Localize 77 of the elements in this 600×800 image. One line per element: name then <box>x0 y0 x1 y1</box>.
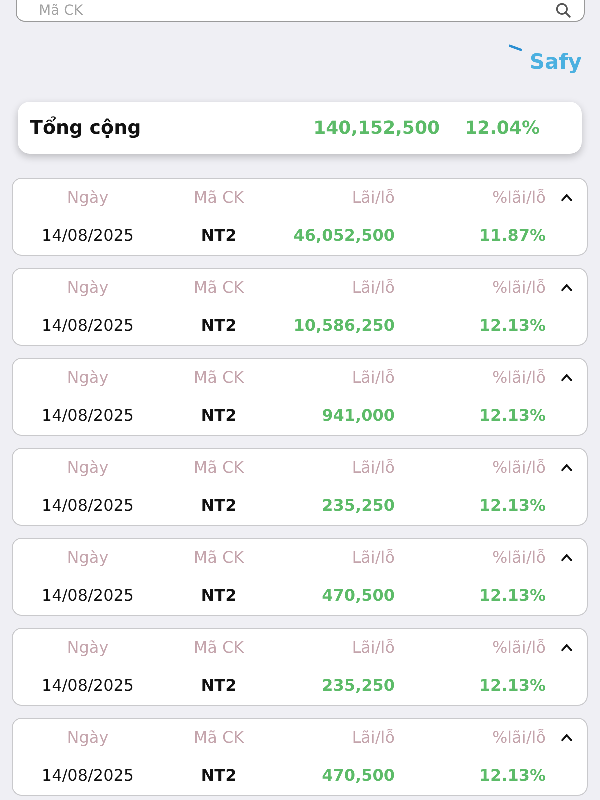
logo-mark-icon <box>508 44 522 52</box>
profit-header: Lãi/lỗ <box>351 547 395 569</box>
stock-code: NT2 <box>200 585 238 607</box>
trade-card[interactable]: Ngày Mã CK Lãi/lỗ %lãi/lỗ 14/08/2025 NT2 470,500 12.13% <box>12 538 588 616</box>
date-header: Ngày <box>66 457 110 479</box>
stock-code: NT2 <box>200 405 238 427</box>
code-header: Mã CK <box>192 457 246 479</box>
profit-header: Lãi/lỗ <box>351 367 395 389</box>
code-header: Mã CK <box>192 187 246 209</box>
total-label: Tổng cộng <box>30 116 142 141</box>
profit-value: 470,500 <box>321 765 395 787</box>
percent-value: 12.13% <box>478 765 546 787</box>
date-header: Ngày <box>66 367 110 389</box>
chevron-up-icon[interactable] <box>560 284 572 292</box>
chevron-up-icon[interactable] <box>560 374 572 382</box>
percent-value: 11.87% <box>478 225 546 247</box>
profit-value: 941,000 <box>321 405 395 427</box>
date-header: Ngày <box>66 637 110 659</box>
chevron-up-icon[interactable] <box>560 194 572 202</box>
trade-card[interactable]: Ngày Mã CK Lãi/lỗ %lãi/lỗ 14/08/2025 NT2 470,500 12.13% <box>12 718 588 796</box>
date-header: Ngày <box>66 187 110 209</box>
total-amount: 140,152,500 <box>314 116 440 140</box>
date-value: 14/08/2025 <box>40 765 136 787</box>
code-header: Mã CK <box>192 727 246 749</box>
trade-card[interactable]: Ngày Mã CK Lãi/lỗ %lãi/lỗ 14/08/2025 NT2 235,250 12.13% <box>12 448 588 526</box>
percent-header: %lãi/lỗ <box>491 637 546 659</box>
date-value: 14/08/2025 <box>40 225 136 247</box>
total-percent: 12.04% <box>465 116 540 140</box>
code-header: Mã CK <box>192 367 246 389</box>
logo-text: Safy <box>530 52 582 75</box>
stock-code: NT2 <box>200 675 238 697</box>
profit-header: Lãi/lỗ <box>351 187 395 209</box>
profit-header: Lãi/lỗ <box>351 637 395 659</box>
stock-code: NT2 <box>200 315 238 337</box>
percent-value: 12.13% <box>478 495 546 517</box>
profit-header: Lãi/lỗ <box>351 277 395 299</box>
code-header: Mã CK <box>192 277 246 299</box>
chevron-up-icon[interactable] <box>560 464 572 472</box>
percent-value: 12.13% <box>478 315 546 337</box>
search-icon[interactable] <box>556 3 571 18</box>
stock-code: NT2 <box>200 225 238 247</box>
code-header: Mã CK <box>192 637 246 659</box>
percent-value: 12.13% <box>478 585 546 607</box>
profit-value: 46,052,500 <box>292 225 395 247</box>
profit-header: Lãi/lỗ <box>351 727 395 749</box>
date-value: 14/08/2025 <box>40 495 136 517</box>
percent-value: 12.13% <box>478 675 546 697</box>
code-header: Mã CK <box>192 547 246 569</box>
profit-value: 235,250 <box>321 675 395 697</box>
chevron-up-icon[interactable] <box>560 554 572 562</box>
date-header: Ngày <box>66 727 110 749</box>
search-field[interactable]: Mã CK <box>16 0 585 22</box>
percent-header: %lãi/lỗ <box>491 367 546 389</box>
date-value: 14/08/2025 <box>40 405 136 427</box>
trade-card[interactable]: Ngày Mã CK Lãi/lỗ %lãi/lỗ 14/08/2025 NT2 10,586,250 12.13% <box>12 268 588 346</box>
profit-value: 470,500 <box>321 585 395 607</box>
profit-value: 10,586,250 <box>292 315 395 337</box>
date-value: 14/08/2025 <box>40 585 136 607</box>
chevron-up-icon[interactable] <box>560 734 572 742</box>
trade-card[interactable]: Ngày Mã CK Lãi/lỗ %lãi/lỗ 14/08/2025 NT2 235,250 12.13% <box>12 628 588 706</box>
chevron-up-icon[interactable] <box>560 644 572 652</box>
date-value: 14/08/2025 <box>40 315 136 337</box>
date-header: Ngày <box>66 547 110 569</box>
percent-header: %lãi/lỗ <box>491 187 546 209</box>
profit-header: Lãi/lỗ <box>351 457 395 479</box>
percent-header: %lãi/lỗ <box>491 277 546 299</box>
trade-card[interactable]: Ngày Mã CK Lãi/lỗ %lãi/lỗ 14/08/2025 NT2 46,052,500 11.87% <box>12 178 588 256</box>
percent-header: %lãi/lỗ <box>491 457 546 479</box>
percent-value: 12.13% <box>478 405 546 427</box>
percent-header: %lãi/lỗ <box>491 547 546 569</box>
percent-header: %lãi/lỗ <box>491 727 546 749</box>
date-header: Ngày <box>66 277 110 299</box>
stock-code: NT2 <box>200 495 238 517</box>
trade-card[interactable]: Ngày Mã CK Lãi/lỗ %lãi/lỗ 14/08/2025 NT2 941,000 12.13% <box>12 358 588 436</box>
date-value: 14/08/2025 <box>40 675 136 697</box>
stock-code: NT2 <box>200 765 238 787</box>
profit-value: 235,250 <box>321 495 395 517</box>
